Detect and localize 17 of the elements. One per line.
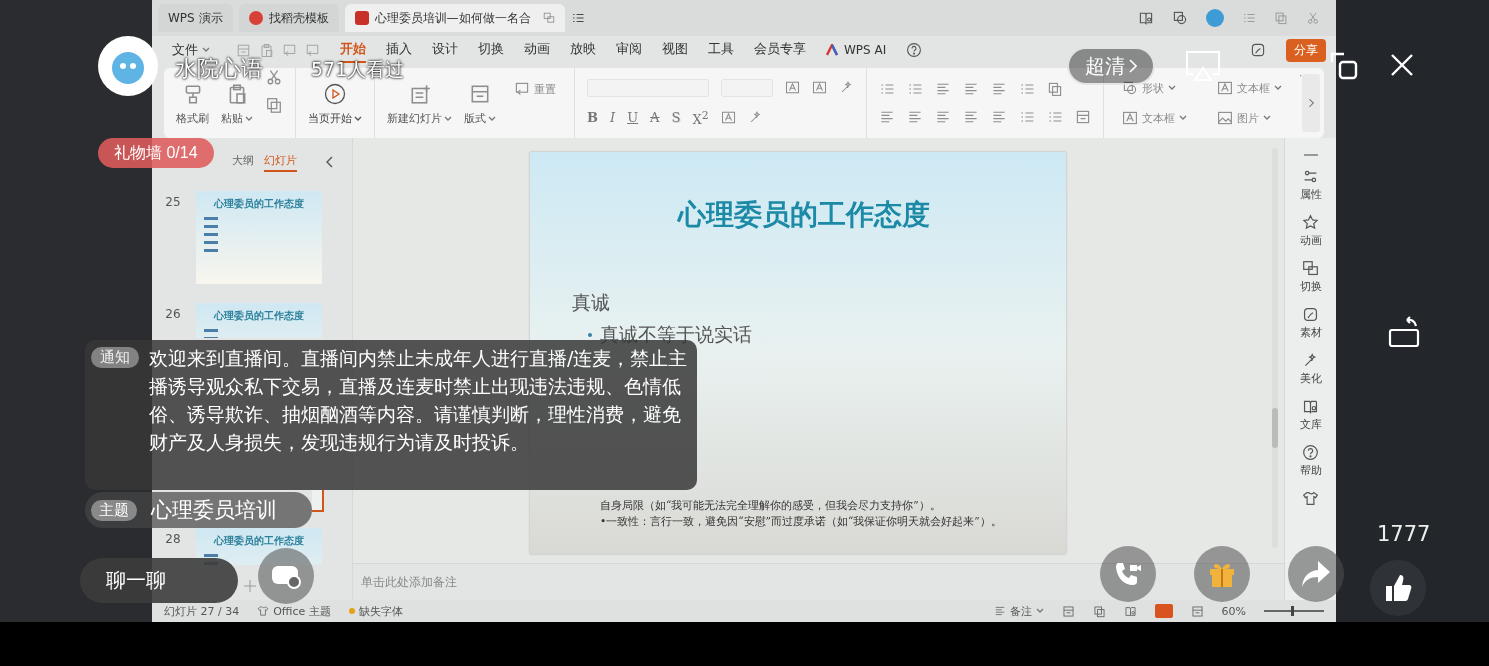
thumbnail-title: 心理委员的工作态度	[212, 534, 305, 548]
slide-paragraph: •一致性：言行一致，避免因“安慰”而过度承诺（如“我保证你明天就会好起来”）。	[600, 514, 1003, 528]
like-count: 1777	[1377, 522, 1431, 546]
slide-number: 26	[165, 307, 181, 321]
notice-tag: 通知	[91, 347, 139, 368]
slide-heading: 真诚	[572, 290, 611, 315]
slide-number: 25	[165, 195, 181, 209]
topic-text: 心理委员培训	[151, 497, 277, 524]
slide-title: 心理委员的工作态度	[676, 197, 931, 233]
thumbnail-title: 心理委员的工作态度	[212, 309, 305, 323]
slide-bullet: 真诚不等于说实话	[600, 322, 752, 347]
slide-number: 28	[165, 532, 181, 546]
slide-counter: 幻灯片 27 / 34	[164, 603, 240, 619]
thumbnail-title: 心理委员的工作态度	[212, 197, 305, 211]
slide-paragraph: 自身局限（如“我可能无法完全理解你的感受，但我会尽力支持你”）。	[600, 498, 942, 512]
topic-tag: 主题	[91, 499, 137, 521]
host-name: 水院心语	[175, 57, 263, 81]
